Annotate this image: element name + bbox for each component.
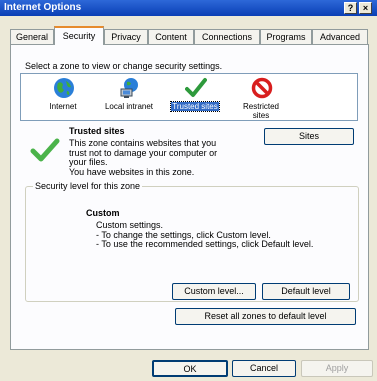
tab-security[interactable]: Security (54, 26, 104, 45)
zone-label-internet: Internet (49, 102, 77, 111)
tab-advanced[interactable]: Advanced (312, 29, 368, 44)
tab-programs[interactable]: Programs (260, 29, 312, 44)
globe-icon (54, 78, 74, 98)
network-icon (120, 78, 138, 98)
title-bar: Internet Options ? × (0, 0, 377, 16)
zone-restricted-sites[interactable]: Restricted sites (229, 77, 293, 121)
zone-desc-line3: your files. (69, 157, 108, 167)
zone-internet[interactable]: Internet (31, 77, 95, 121)
tab-general[interactable]: General (10, 29, 54, 44)
sites-button[interactable]: Sites (264, 128, 354, 145)
zone-label-restricted: Restricted (242, 102, 279, 111)
security-level-legend: Security level for this zone (33, 181, 143, 191)
default-level-button[interactable]: Default level (262, 283, 350, 300)
zone-label-sites: sites (252, 111, 270, 120)
level-title: Custom (86, 208, 120, 218)
level-desc-line3: - To use the recommended settings, click… (96, 239, 314, 249)
zone-desc-line1: This zone contains websites that you (69, 138, 217, 148)
zone-desc-line4: You have websites in this zone. (69, 167, 195, 177)
window-title: Internet Options (4, 2, 82, 13)
zone-label-local-intranet: Local intranet (104, 102, 154, 111)
level-desc-line1: Custom settings. (96, 220, 164, 230)
close-button[interactable]: × (359, 2, 372, 14)
custom-level-button[interactable]: Custom level... (172, 283, 256, 300)
select-zone-label: Select a zone to view or change security… (25, 61, 223, 71)
checkmark-icon (185, 78, 207, 97)
zone-label-trusted-sites: Trusted sites (170, 101, 220, 112)
tab-privacy[interactable]: Privacy (104, 29, 148, 44)
trusted-checkmark-icon (30, 138, 60, 162)
zone-title: Trusted sites (69, 126, 125, 136)
cancel-button[interactable]: Cancel (232, 360, 296, 377)
restricted-icon (251, 77, 273, 99)
zone-trusted-sites[interactable]: Trusted sites (163, 77, 227, 121)
zone-list: Internet Local intranet Trusted sites Re… (20, 73, 358, 121)
tab-content[interactable]: Content (148, 29, 194, 44)
tab-connections[interactable]: Connections (194, 29, 260, 44)
reset-all-zones-button[interactable]: Reset all zones to default level (175, 308, 356, 325)
apply-button[interactable]: Apply (301, 360, 373, 377)
ok-button[interactable]: OK (152, 360, 228, 377)
help-button[interactable]: ? (344, 2, 357, 14)
zone-local-intranet[interactable]: Local intranet (97, 77, 161, 121)
